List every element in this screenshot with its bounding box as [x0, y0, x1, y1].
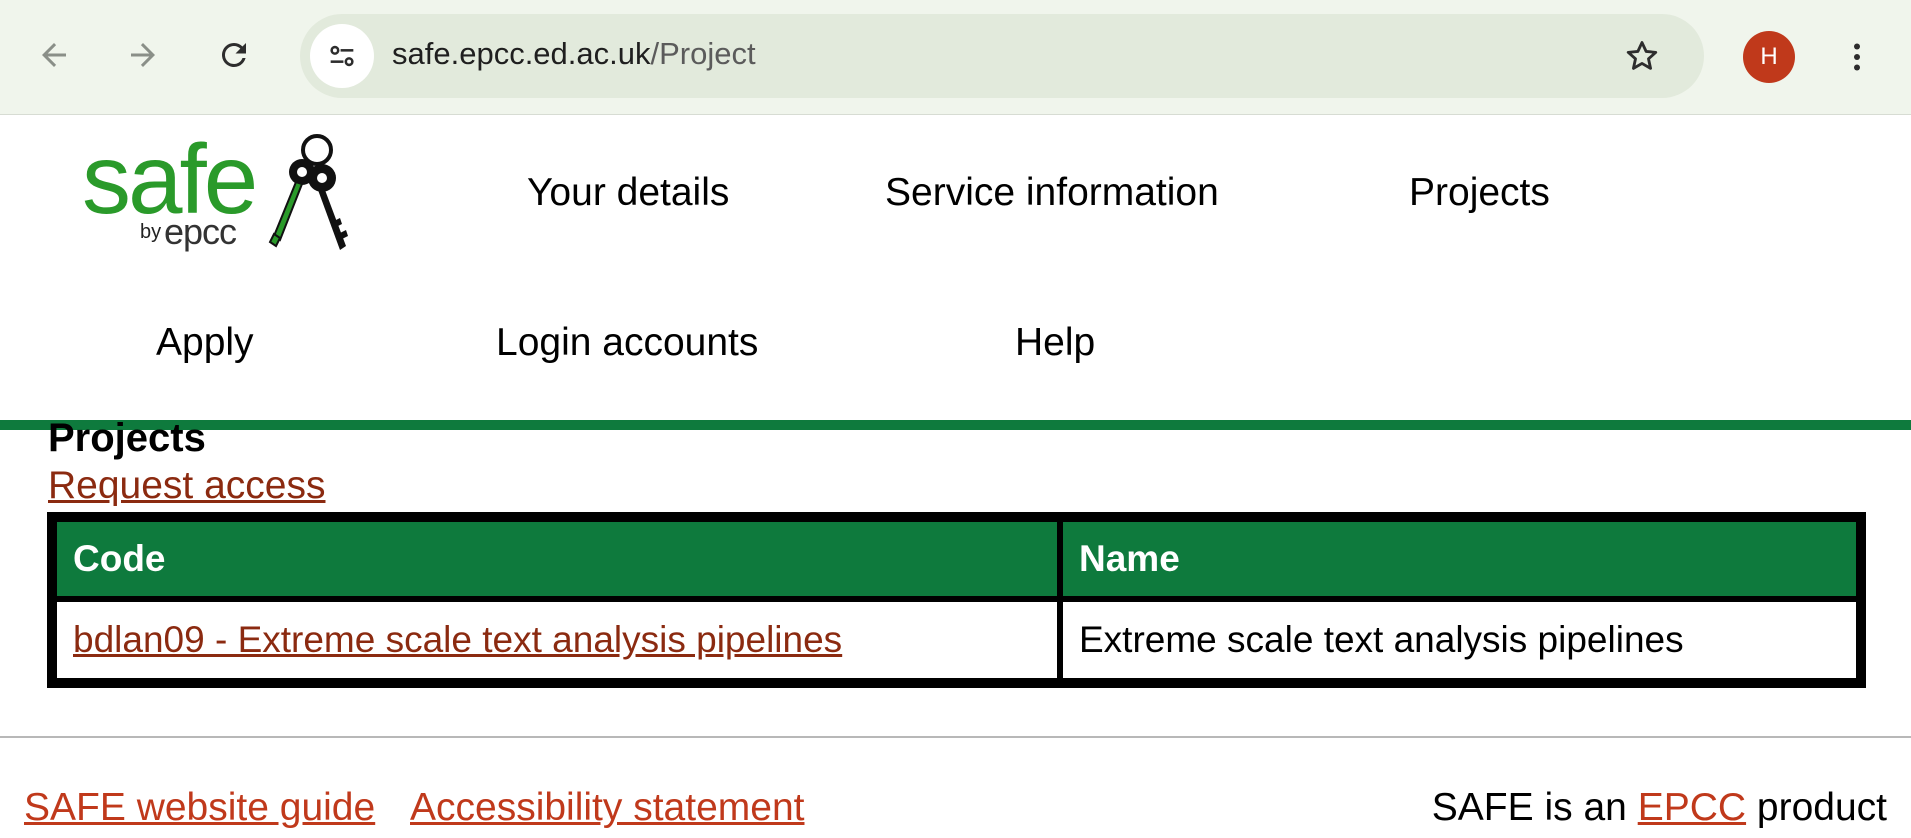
nav-help[interactable]: Help	[1015, 323, 1095, 362]
nav-your-details[interactable]: Your details	[527, 173, 729, 212]
profile-avatar[interactable]: H	[1743, 31, 1795, 83]
bookmark-button[interactable]	[1618, 32, 1666, 80]
reload-button[interactable]	[205, 26, 263, 84]
table-row: bdlan09 - Extreme scale text analysis pi…	[57, 602, 1856, 678]
forward-arrow-icon	[131, 43, 155, 67]
request-access-link[interactable]: Request access	[48, 466, 325, 505]
column-header-code: Code	[57, 522, 1057, 596]
projects-table: Code Name bdlan09 - Extreme scale text a…	[47, 512, 1866, 688]
site-info-button[interactable]	[310, 24, 374, 88]
bookmark-star-icon	[1626, 41, 1658, 70]
nav-apply[interactable]: Apply	[156, 323, 254, 362]
back-button[interactable]	[25, 26, 83, 84]
url-text[interactable]: safe.epcc.ed.ac.uk/Project	[392, 36, 756, 72]
safe-logo[interactable]: safe by epcc	[78, 130, 358, 270]
nav-login-accounts[interactable]: Login accounts	[496, 323, 758, 362]
header-divider	[0, 420, 1911, 430]
table-header-row: Code Name	[57, 522, 1856, 596]
nav-projects[interactable]: Projects	[1409, 173, 1550, 212]
accessibility-statement-link[interactable]: Accessibility statement	[410, 788, 804, 827]
browser-toolbar: safe.epcc.ed.ac.uk/Project H	[0, 0, 1911, 115]
forward-button[interactable]	[114, 26, 172, 84]
url-host: safe.epcc.ed.ac.uk	[392, 36, 651, 71]
page-title: Projects	[48, 416, 206, 460]
logo-by: by	[140, 221, 162, 243]
more-menu-icon	[1854, 43, 1860, 71]
project-code-cell: bdlan09 - Extreme scale text analysis pi…	[57, 602, 1057, 678]
column-header-name: Name	[1063, 522, 1856, 596]
website-guide-link[interactable]: SAFE website guide	[24, 788, 375, 827]
footer-product-suffix: product	[1756, 786, 1887, 829]
project-name-cell: Extreme scale text analysis pipelines	[1063, 602, 1856, 678]
footer-product-note: SAFE is an EPCC product	[1432, 788, 1887, 827]
back-arrow-icon	[42, 43, 66, 67]
site-info-icon	[330, 45, 354, 67]
reload-icon	[221, 42, 246, 67]
logo-org: epcc	[164, 211, 237, 252]
epcc-link[interactable]: EPCC	[1638, 786, 1746, 829]
project-code-link[interactable]: bdlan09 - Extreme scale text analysis pi…	[73, 619, 842, 660]
keys-icon	[268, 134, 348, 250]
more-menu-button[interactable]	[1832, 32, 1882, 82]
footer-divider	[0, 736, 1911, 738]
footer-product-prefix: SAFE is an	[1431, 786, 1627, 829]
url-path: /Project	[650, 36, 756, 71]
nav-service-information[interactable]: Service information	[885, 173, 1219, 212]
address-bar[interactable]: safe.epcc.ed.ac.uk/Project	[300, 14, 1704, 98]
